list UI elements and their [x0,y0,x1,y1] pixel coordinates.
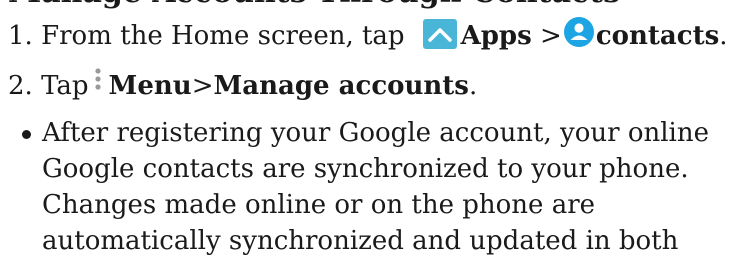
manage-accounts-label: Manage accounts [213,71,469,101]
step-1-number: 1. [8,21,33,51]
more-vertical-icon [93,66,103,96]
step-1-period: . [719,21,728,51]
contacts-person-icon [563,17,594,47]
bullet-line: Changes made online or on the phone are [42,190,596,220]
apps-label: Apps [460,21,532,51]
bullet-line: automatically synchronized and updated i… [42,226,679,256]
section-heading: Manage Accounts Through Contacts [8,0,620,10]
menu-label: Menu [108,71,192,101]
contacts-label: contacts [595,21,720,51]
step-1: 1. From the Home screen, tap Apps > contac… [8,17,728,52]
step-2-period: . [468,71,478,101]
step-2-tap: Tap [41,71,89,101]
bullet-line: After registering your Google account, y… [42,118,709,148]
step-2-separator: > [191,71,214,101]
step-1-text: From the Home screen, tap [41,21,405,51]
bullet-line: Google contacts are synchronized to your… [42,154,689,184]
step-2-number: 2. [8,71,33,101]
bullet-dot [22,130,31,139]
step-1-separator: > [540,21,562,51]
chevron-up-icon [422,19,457,49]
step-2: 2. Tap Menu>Manage accounts. [8,68,478,102]
